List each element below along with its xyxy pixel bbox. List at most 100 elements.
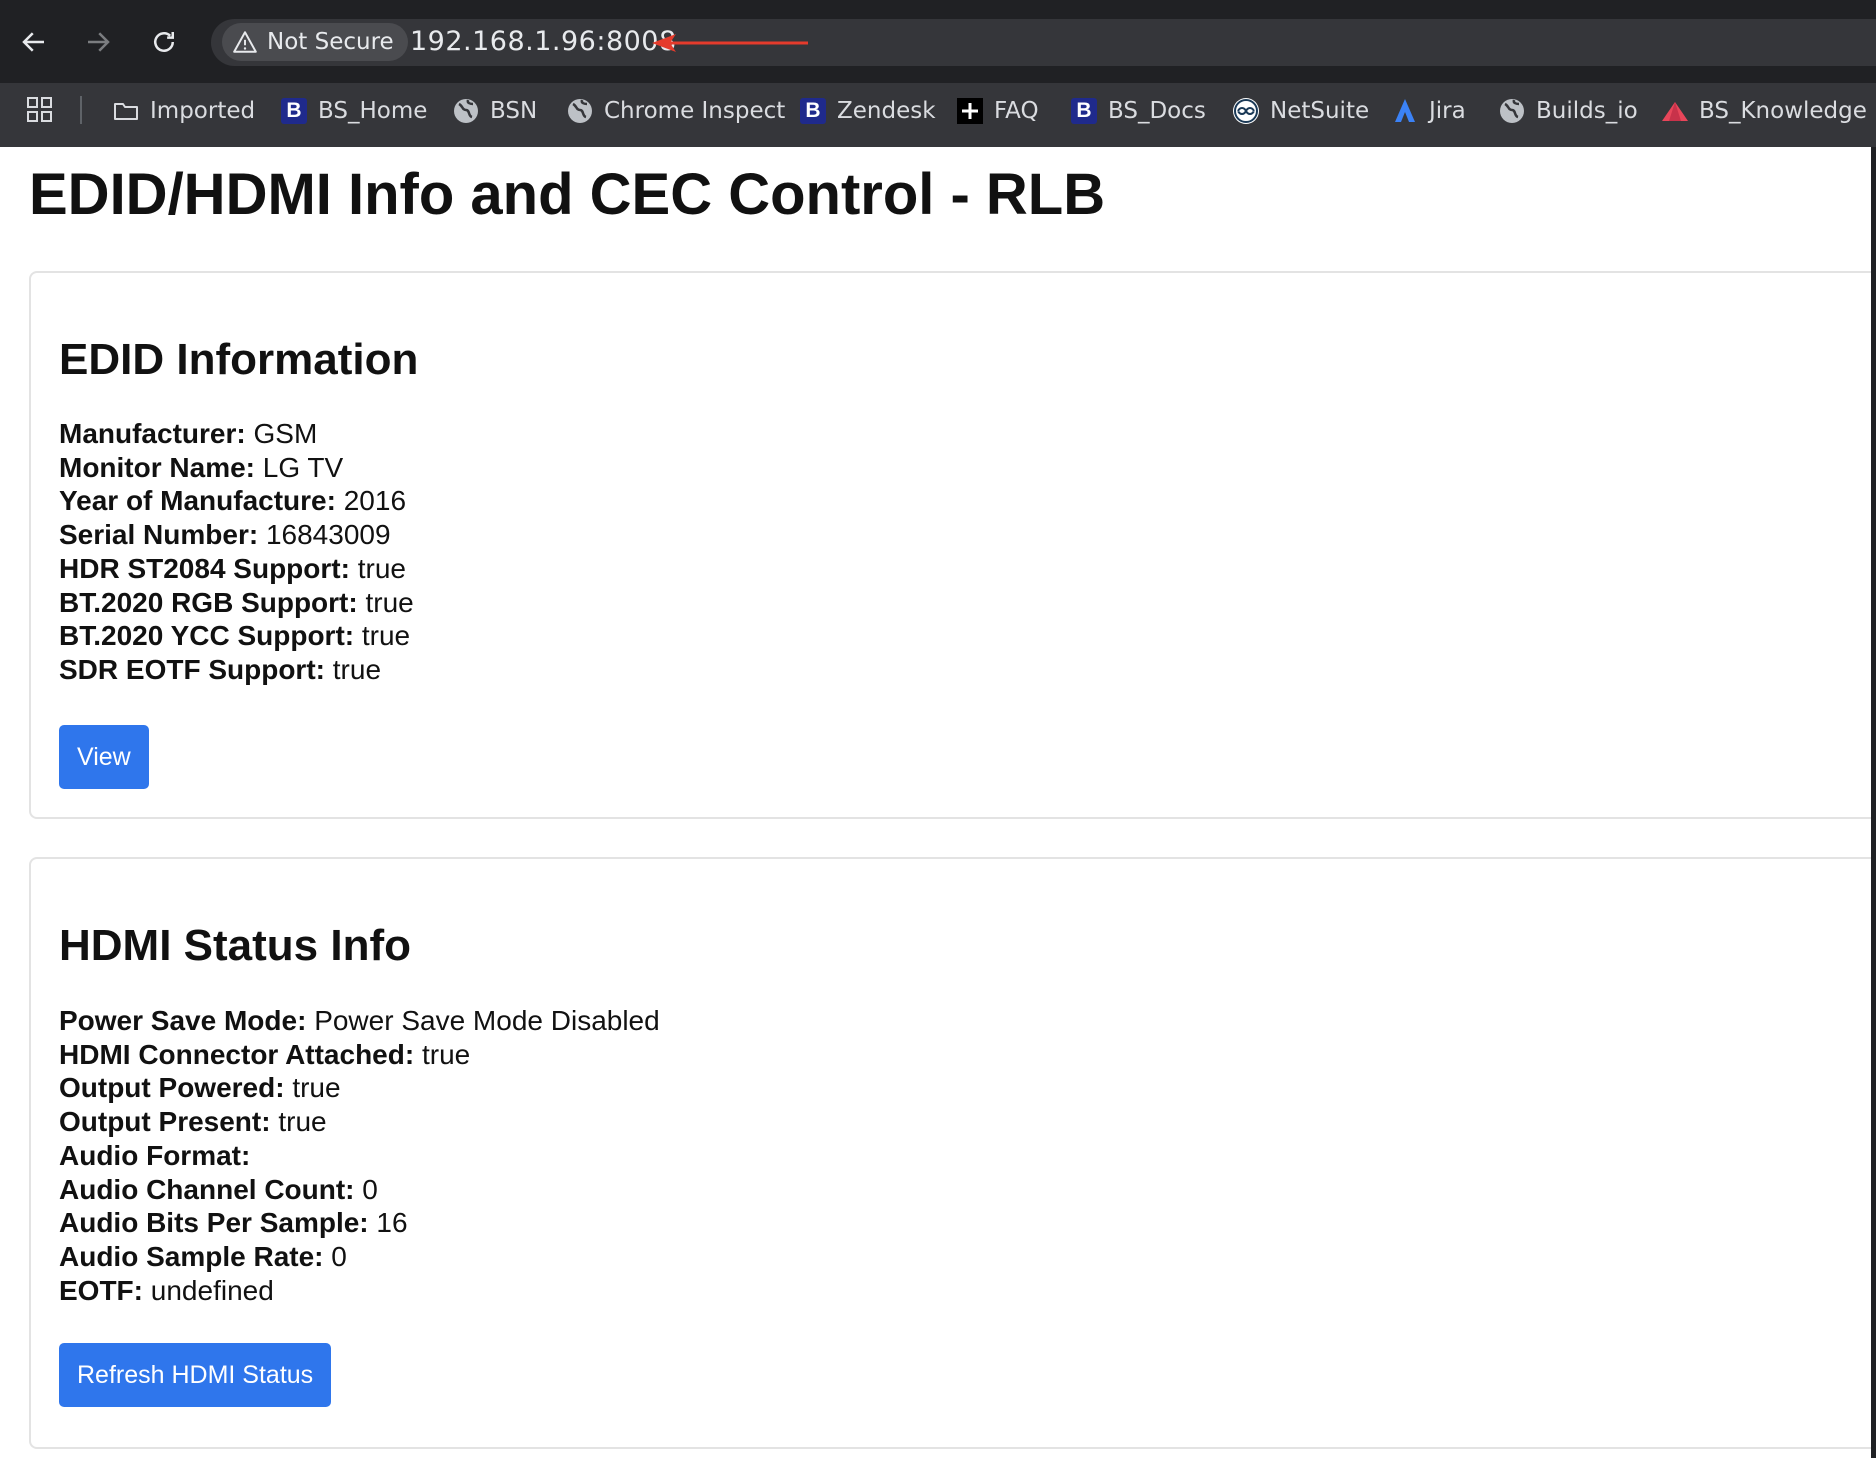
warning-triangle-icon (233, 31, 257, 53)
b-logo-icon: B (280, 97, 308, 125)
bookmark-label: Jira (1429, 98, 1466, 124)
back-arrow-icon (22, 32, 44, 52)
page-content: EDID/HDMI Info and CEC Control - RLB EDI… (0, 147, 1876, 1458)
field-value: 0 (362, 1173, 378, 1205)
edid-field: BT.2020 YCC Support: true (59, 619, 414, 653)
field-value: LG TV (262, 451, 344, 483)
triangle-logo-icon (1661, 97, 1689, 125)
globe-icon (452, 97, 480, 125)
field-label: Audio Bits Per Sample: (59, 1207, 369, 1239)
field-value: true (332, 653, 382, 685)
field-value: true (278, 1106, 327, 1138)
bookmark-label: NetSuite (1270, 98, 1370, 124)
field-value: GSM (253, 418, 318, 449)
bookmark-chrome-inspect[interactable]: Chrome Inspect (566, 93, 785, 129)
back-button[interactable] (12, 20, 56, 64)
security-label: Not Secure (267, 29, 394, 55)
hdmi-field: Audio Bits Per Sample: 16 (59, 1206, 660, 1240)
edid-field: BT.2020 RGB Support: true (59, 586, 414, 620)
forward-button[interactable] (76, 20, 120, 64)
edid-field: SDR EOTF Support: true (59, 653, 414, 687)
bookmark-zendesk[interactable]: B Zendesk (799, 93, 936, 129)
bookmark-label: BS_Home (318, 98, 428, 124)
bookmark-jira[interactable]: Jira (1391, 93, 1466, 129)
red-arrow-annotation-icon (652, 34, 808, 52)
field-label: Manufacturer: (59, 418, 246, 449)
field-value: 2016 (343, 485, 407, 517)
field-label: BT.2020 YCC Support: (59, 620, 355, 652)
edid-field: HDR ST2084 Support: true (59, 552, 414, 586)
hdmi-field: Output Powered: true (59, 1071, 660, 1105)
field-value: true (365, 586, 414, 618)
edid-heading: EDID Information (59, 335, 419, 384)
field-label: Year of Manufacture: (59, 485, 336, 517)
field-label: BT.2020 RGB Support: (59, 586, 358, 618)
field-value: 16843009 (265, 519, 391, 551)
bookmark-builds-io[interactable]: Builds_io (1498, 93, 1638, 129)
field-value: true (421, 1038, 471, 1070)
hdmi-status-card: HDMI Status Info Power Save Mode: Power … (29, 857, 1876, 1449)
bookmark-label: Imported (150, 98, 256, 124)
security-indicator[interactable]: Not Secure (222, 23, 408, 61)
edid-field-list: Manufacturer: GSM Monitor Name: LG TV Ye… (59, 417, 414, 687)
bookmark-bs-home[interactable]: B BS_Home (280, 93, 427, 129)
field-label: EOTF: (59, 1274, 143, 1306)
reload-icon (154, 32, 174, 52)
apps-grid-icon[interactable] (26, 96, 54, 124)
forward-arrow-icon (88, 32, 110, 52)
reload-button[interactable] (142, 20, 186, 64)
bookmark-label: BS_Docs (1108, 98, 1206, 124)
globe-icon (1498, 97, 1526, 125)
field-value: Power Save Mode Disabled (314, 1005, 660, 1036)
field-label: Output Present: (59, 1106, 271, 1138)
edid-field: Manufacturer: GSM (59, 417, 414, 451)
field-label: HDMI Connector Attached: (59, 1038, 415, 1070)
refresh-hdmi-status-button[interactable]: Refresh HDMI Status (59, 1343, 332, 1407)
bookmark-bs-knowledge[interactable]: BS_Knowledge (1661, 93, 1867, 129)
window-edge (1871, 147, 1876, 1458)
field-value: 16 (376, 1207, 408, 1239)
field-value: 0 (331, 1240, 347, 1272)
bookmark-label: Chrome Inspect (604, 98, 786, 124)
netsuite-icon (1232, 97, 1260, 125)
bookmark-label: BS_Knowledge (1699, 98, 1867, 124)
bookmark-imported[interactable]: Imported (112, 93, 255, 129)
edid-field: Serial Number: 16843009 (59, 518, 414, 552)
folder-icon (112, 97, 140, 125)
url-text[interactable]: 192.168.1.96:8008 (410, 26, 677, 57)
hdmi-field: EOTF: undefined (59, 1274, 660, 1308)
jira-icon (1391, 97, 1419, 125)
hdmi-field: Audio Channel Count: 0 (59, 1173, 660, 1207)
field-value: true (357, 552, 406, 584)
hdmi-field: HDMI Connector Attached: true (59, 1038, 660, 1072)
b-logo-icon: B (1070, 97, 1098, 125)
field-label: Audio Channel Count: (59, 1173, 355, 1205)
field-label: Serial Number: (59, 519, 259, 551)
bookmark-label: Zendesk (837, 98, 936, 124)
bookmark-label: Builds_io (1536, 98, 1638, 124)
field-label: Monitor Name: (59, 451, 255, 483)
hdmi-status-heading: HDMI Status Info (59, 921, 411, 970)
page-title: EDID/HDMI Info and CEC Control - RLB (29, 162, 1106, 227)
hdmi-field-list: Power Save Mode: Power Save Mode Disable… (59, 1004, 660, 1307)
view-button[interactable]: View (59, 725, 149, 789)
field-label: Power Save Mode: (59, 1005, 307, 1036)
bookmark-faq[interactable]: FAQ (956, 93, 1039, 129)
edid-field: Year of Manufacture: 2016 (59, 484, 414, 518)
globe-icon (566, 97, 594, 125)
bookmark-netsuite[interactable]: NetSuite (1232, 93, 1369, 129)
edid-field: Monitor Name: LG TV (59, 451, 414, 485)
b-logo-icon: B (799, 97, 827, 125)
hdmi-field: Power Save Mode: Power Save Mode Disable… (59, 1004, 660, 1038)
bookmark-bs-docs[interactable]: B BS_Docs (1070, 93, 1206, 129)
plus-icon (956, 97, 984, 125)
field-value: true (292, 1072, 341, 1104)
field-value: undefined (150, 1274, 274, 1306)
bookmark-bsn[interactable]: BSN (452, 93, 537, 129)
field-label: HDR ST2084 Support: (59, 552, 350, 584)
field-value: true (361, 620, 411, 652)
edid-card: EDID Information Manufacturer: GSM Monit… (29, 271, 1876, 819)
field-label: Audio Format: (59, 1139, 251, 1171)
field-label: Output Powered: (59, 1072, 285, 1104)
browser-chrome: Not Secure 192.168.1.96:8008 Imported B … (0, 0, 1876, 147)
